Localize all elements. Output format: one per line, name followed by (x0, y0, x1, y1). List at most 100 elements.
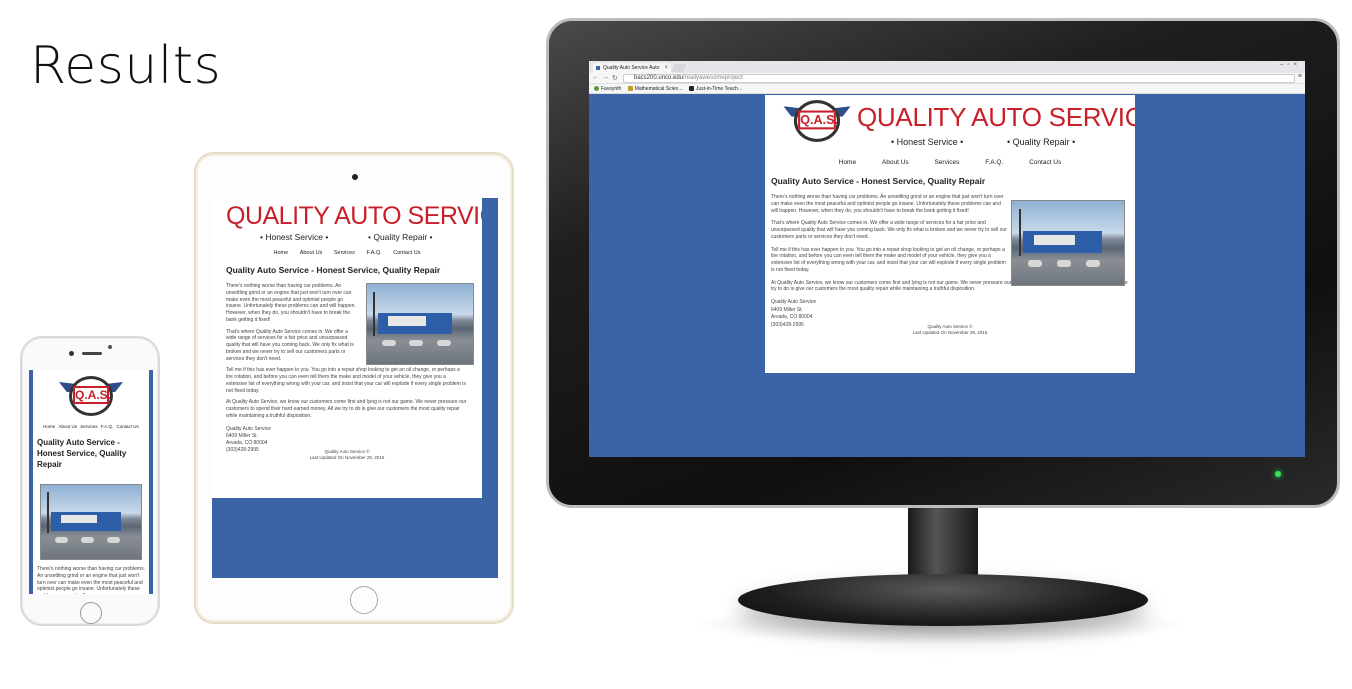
phone-camera (69, 351, 74, 356)
footer: Quality Auto Service © Last Updated On N… (226, 449, 468, 461)
nav-faq[interactable]: F.A.Q. (366, 250, 381, 256)
monitor-screen: Quality Auto Service Auto × –▫× ← → ↻ ba… (589, 61, 1305, 457)
nav-services[interactable]: Services (934, 159, 959, 166)
nav-home[interactable]: Home (839, 159, 856, 166)
browser-tab[interactable]: Quality Auto Service Auto × (593, 63, 671, 73)
paragraph-2: That's where Quality Auto Service comes … (226, 328, 354, 362)
nav-faq[interactable]: F.A.Q. (985, 159, 1003, 166)
paragraph-4: At Quality Auto Service, we know our cus… (226, 399, 467, 419)
browser-menu-icon[interactable]: ≡ (1298, 73, 1302, 80)
photo-pole (47, 492, 49, 534)
paragraph-3: Tell me if this has ever happen to you. … (226, 367, 466, 394)
nav-services[interactable]: Services (334, 250, 355, 256)
photo-car (55, 536, 68, 543)
reload-icon[interactable]: ↻ (612, 74, 618, 82)
forward-arrow-icon[interactable]: → (602, 74, 609, 81)
address-street: 6409 Miller St. (226, 432, 258, 439)
slide-title: Results (30, 36, 222, 96)
phone-sensor (108, 345, 112, 349)
photo-car (381, 340, 396, 347)
photo-car (81, 536, 94, 543)
shop-photo (366, 283, 474, 365)
photo-sign (61, 514, 97, 524)
url-path: /reallyawesomeproject (683, 75, 743, 81)
paragraph-1: There's nothing worse than having car pr… (771, 194, 1004, 214)
desktop-site: Q.A.S. QUALITY AUTO SERVICE • Honest Ser… (765, 95, 1135, 373)
address-city: Arvada, CO 80004 (771, 314, 813, 320)
bookmark-item[interactable]: Favsynth (594, 84, 621, 94)
photo-sign (388, 316, 427, 326)
intro-paragraph: There's nothing worse than having car pr… (37, 566, 145, 594)
monitor-device: Quality Auto Service Auto × –▫× ← → ↻ ba… (546, 18, 1340, 508)
qas-logo-emblem[interactable]: Q.A.S. (783, 98, 851, 144)
nav-faq[interactable]: F.A.Q. (101, 424, 114, 429)
window-controls: –▫× (1280, 62, 1301, 68)
phone-speaker (82, 352, 102, 355)
back-arrow-icon[interactable]: ← (592, 74, 599, 81)
bookmarks-bar: Favsynth Mathematical Scien... Just-in-T… (589, 84, 1305, 94)
address-street: 6409 Miller St. (771, 306, 803, 313)
slide: Results Q.A.S. Home About Us Services F.… (0, 0, 1352, 689)
bookmark-item[interactable]: Mathematical Scien... (627, 84, 683, 94)
footer: Quality Auto Service © Last Updated On N… (771, 324, 1129, 336)
photo-pole (1018, 209, 1021, 256)
tablet-device: QUALITY AUTO SERVICE • Honest Service • … (194, 152, 514, 624)
site-header: Q.A.S. QUALITY AUTO SERVICE • Honest Ser… (771, 98, 1135, 155)
tab-title: Quality Auto Service Auto (603, 65, 660, 71)
photo-car (1085, 259, 1101, 267)
browser-toolbar: ← → ↻ bacs200.unco.edu/reallyawesomeproj… (589, 73, 1305, 84)
photo-car (1027, 259, 1043, 267)
nav-services[interactable]: Services (80, 424, 97, 429)
site-brand[interactable]: QUALITY AUTO SERVICE (857, 103, 1135, 131)
phone-device: Q.A.S. Home About Us Services F.A.Q. Con… (20, 336, 160, 626)
close-window-icon[interactable]: × (1293, 62, 1301, 68)
footer-updated: Last Updated On November 29, 2015 (912, 330, 988, 335)
page-heading: Quality Auto Service - Honest Service, Q… (37, 438, 127, 469)
logo-plate: Q.A.S. (798, 110, 838, 130)
tagline: • Honest Service • • Quality Repair • (226, 230, 468, 244)
nav-contact-us[interactable]: Contact Us (393, 250, 420, 256)
shop-photo (1011, 200, 1125, 286)
tagline-quality: • Quality Repair • (368, 232, 433, 242)
new-tab-button[interactable] (671, 64, 687, 72)
tablet-site: QUALITY AUTO SERVICE • Honest Service • … (212, 198, 482, 498)
tablet-screen: QUALITY AUTO SERVICE • Honest Service • … (212, 198, 498, 578)
bookmark-label: Just-in-Time Teach... (695, 86, 743, 92)
shop-photo (40, 484, 142, 560)
photo-sign (1034, 234, 1075, 245)
site-brand[interactable]: QUALITY AUTO SERVICE (226, 202, 482, 230)
nav-about-us[interactable]: About Us (882, 159, 909, 166)
nav-about-us[interactable]: About Us (58, 424, 77, 429)
footer-updated: Last Updated On November 29, 2015 (309, 454, 385, 460)
tagline-honest: • Honest Service • (891, 137, 964, 147)
page-heading: Quality Auto Service - Honest Service, Q… (771, 176, 986, 186)
nav-contact-us[interactable]: Contact Us (117, 424, 139, 429)
nav-home[interactable]: Home (273, 250, 288, 256)
nav-home[interactable]: Home (43, 424, 55, 429)
nav-contact-us[interactable]: Contact Us (1029, 159, 1061, 166)
browser-tabstrip: Quality Auto Service Auto × –▫× (589, 61, 1305, 73)
photo-car (107, 536, 120, 543)
bookmark-favicon-icon (594, 86, 599, 91)
photo-car (1056, 259, 1072, 267)
tagline-quality: • Quality Repair • (1007, 137, 1076, 147)
tab-favicon-icon (596, 66, 600, 70)
page-heading: Quality Auto Service - Honest Service, Q… (226, 265, 441, 275)
phone-screen: Q.A.S. Home About Us Services F.A.Q. Con… (29, 370, 153, 594)
bookmark-favicon-icon (627, 86, 633, 91)
browser-viewport: Q.A.S. QUALITY AUTO SERVICE • Honest Ser… (589, 95, 1305, 457)
bookmark-item[interactable]: Just-in-Time Teach... (688, 84, 743, 94)
address-bar[interactable]: bacs200.unco.edu/reallyawesomeproject (623, 74, 1295, 83)
tablet-home-button[interactable] (350, 586, 378, 614)
phone-site: Q.A.S. Home About Us Services F.A.Q. Con… (33, 370, 149, 594)
photo-pole (373, 292, 376, 336)
phone-home-button[interactable] (80, 602, 102, 624)
content-block: There's nothing worse than having car pr… (226, 283, 474, 461)
photo-car (409, 340, 424, 347)
qas-logo-emblem[interactable]: Q.A.S. (59, 374, 123, 418)
bookmark-label: Mathematical Scien... (634, 86, 683, 92)
address-city: Arvada, CO 80004 (226, 439, 268, 446)
tab-close-icon[interactable]: × (664, 63, 668, 73)
paragraph-1: There's nothing worse than having car pr… (226, 283, 356, 323)
nav-about-us[interactable]: About Us (300, 250, 323, 256)
